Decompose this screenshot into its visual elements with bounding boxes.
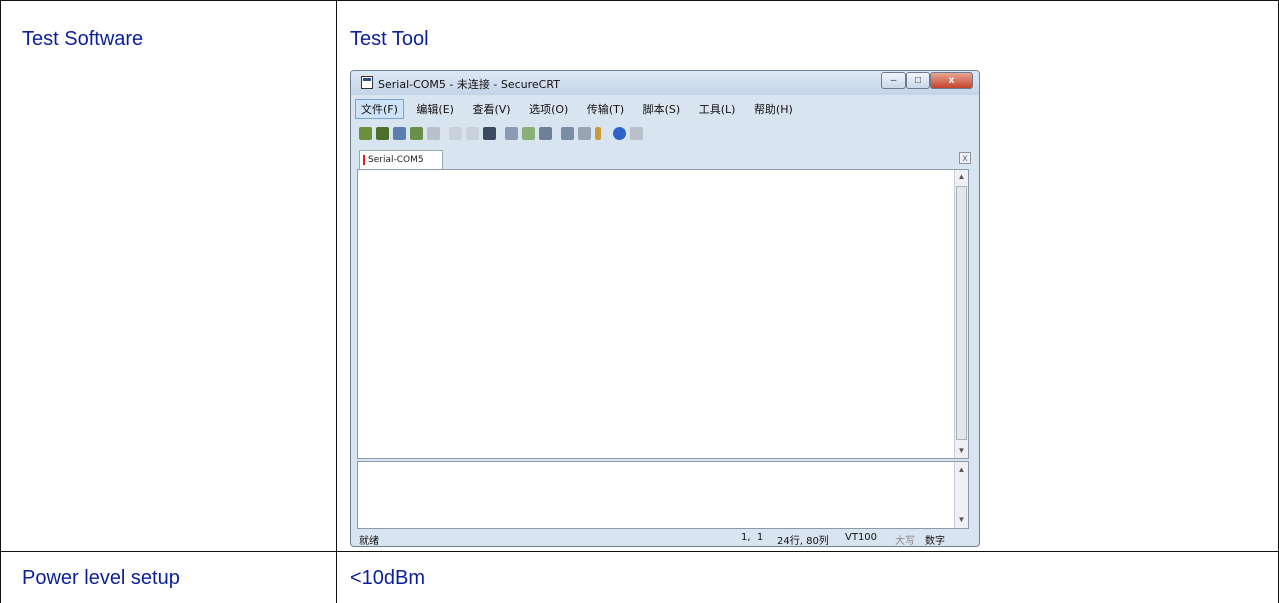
tab-serial-com5[interactable]: Serial-COM5 — [359, 150, 443, 169]
table-border-left — [0, 0, 1, 603]
sftp-icon[interactable] — [630, 127, 643, 140]
minimize-button[interactable]: – — [881, 72, 906, 89]
disconnect-icon[interactable] — [427, 127, 440, 140]
row-1-value: Test Tool — [350, 28, 429, 50]
command-scroll-up-icon[interactable]: ▲ — [955, 464, 968, 476]
terminal-output[interactable]: ▲ ▼ — [357, 169, 969, 459]
tab-label: Serial-COM5 — [368, 155, 424, 165]
find-icon[interactable] — [483, 127, 496, 140]
global-options-icon[interactable] — [578, 127, 591, 140]
quick-connect-icon[interactable] — [376, 127, 389, 140]
status-caps: 大写 — [895, 536, 915, 547]
menu-edit[interactable]: 编辑(E) — [410, 99, 460, 119]
scroll-thumb[interactable] — [956, 186, 967, 440]
status-num: 数字 — [925, 536, 945, 547]
status-emulation: VT100 — [845, 532, 878, 543]
menu-transfer[interactable]: 传输(T) — [581, 99, 630, 119]
help-icon[interactable] — [613, 127, 626, 140]
connect-icon[interactable] — [359, 127, 372, 140]
table-column-divider — [336, 0, 337, 603]
print-icon[interactable] — [539, 127, 552, 140]
close-tab-icon[interactable]: x — [959, 152, 971, 164]
terminal-scrollbar[interactable]: ▲ ▼ — [954, 170, 968, 458]
status-ready: 就绪 — [359, 536, 379, 547]
row-2-value: <10dBm — [350, 567, 426, 589]
table-border-top — [0, 0, 1279, 1]
command-window[interactable]: ▲ ▼ — [357, 461, 969, 529]
menu-tools[interactable]: 工具(L) — [693, 99, 742, 119]
maximize-button[interactable]: □ — [906, 72, 930, 89]
copy-icon[interactable] — [449, 127, 462, 140]
status-bar: 就绪 1, 1 24行, 80列 VT100 大写 数字 — [357, 530, 969, 546]
scroll-down-icon[interactable]: ▼ — [955, 445, 968, 457]
session-tab-strip: Serial-COM5 x — [357, 149, 975, 169]
paste-icon[interactable] — [466, 127, 479, 140]
scroll-up-icon[interactable]: ▲ — [955, 171, 968, 183]
menu-view[interactable]: 查看(V) — [466, 99, 516, 119]
window-title: Serial-COM5 - 未连接 - SecureCRT — [378, 78, 560, 91]
session-options-icon[interactable] — [561, 127, 574, 140]
keymap-icon[interactable] — [595, 127, 601, 140]
table-row-divider — [0, 551, 1279, 552]
app-icon — [361, 76, 373, 89]
command-scroll-down-icon[interactable]: ▼ — [955, 514, 968, 526]
menu-file[interactable]: 文件(F) — [355, 99, 404, 119]
menu-help[interactable]: 帮助(H) — [748, 99, 799, 119]
connect-tab-icon[interactable] — [393, 127, 406, 140]
tab-status-marker — [363, 155, 365, 165]
print-selection-icon[interactable] — [522, 127, 535, 140]
title-bar: Serial-COM5 - 未连接 - SecureCRT – □ x — [351, 71, 979, 95]
menu-script[interactable]: 脚本(S) — [637, 99, 687, 119]
row-2-label: Power level setup — [22, 567, 180, 589]
close-button[interactable]: x — [930, 72, 973, 89]
status-terminal-size: 24行, 80列 — [777, 536, 829, 547]
print-setup-icon[interactable] — [505, 127, 518, 140]
status-cursor-position: 1, 1 — [741, 532, 764, 543]
row-1-label: Test Software — [22, 28, 144, 50]
securecrt-window: Serial-COM5 - 未连接 - SecureCRT – □ x 文件(F… — [350, 70, 980, 547]
command-scrollbar[interactable]: ▲ ▼ — [954, 462, 968, 528]
menu-bar: 文件(F) 编辑(E) 查看(V) 选项(O) 传输(T) 脚本(S) 工具(L… — [355, 99, 802, 119]
menu-options[interactable]: 选项(O) — [523, 99, 574, 119]
reconnect-icon[interactable] — [410, 127, 423, 140]
